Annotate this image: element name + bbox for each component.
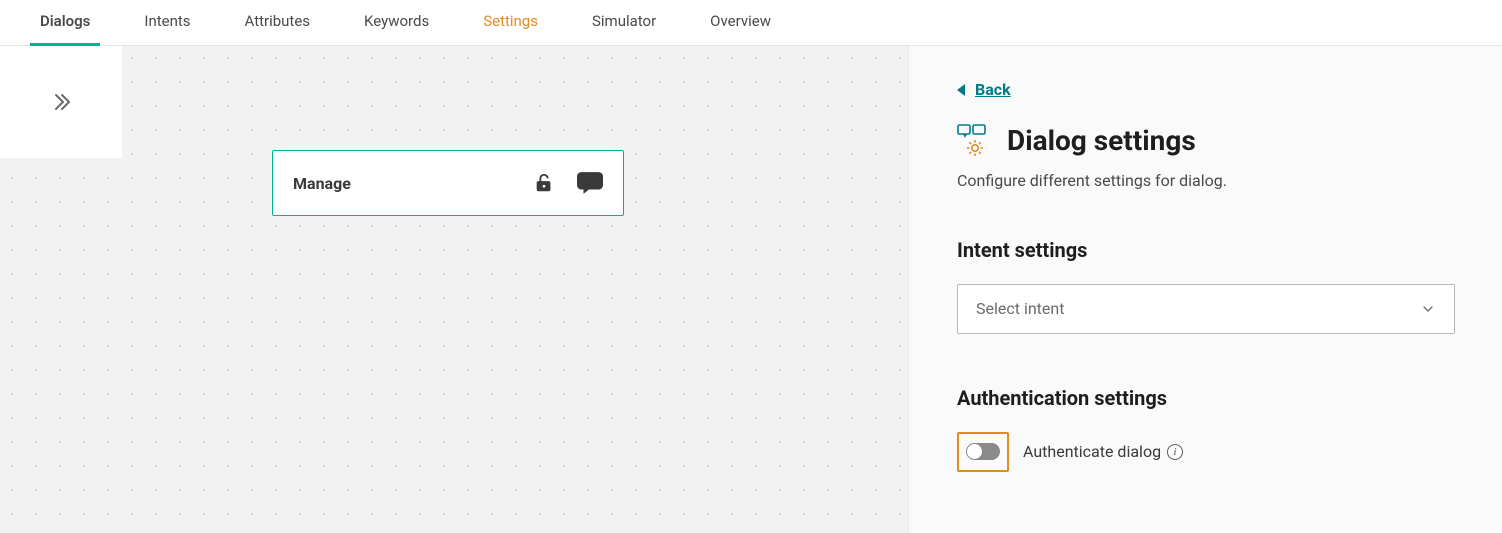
auth-settings-section: Authentication settings Authenticate dia… [957, 386, 1454, 472]
workspace: Manage Back [0, 46, 1502, 533]
panel-subtitle: Configure different settings for dialog. [957, 171, 1454, 190]
tab-keywords[interactable]: Keywords [354, 0, 439, 46]
top-tab-bar: Dialogs Intents Attributes Keywords Sett… [0, 0, 1502, 46]
tab-attributes[interactable]: Attributes [235, 0, 321, 46]
back-link[interactable]: Back [957, 80, 1011, 99]
chevron-down-icon [1420, 301, 1436, 317]
tab-settings[interactable]: Settings [473, 0, 548, 46]
tab-dialogs[interactable]: Dialogs [30, 0, 100, 46]
tab-intents[interactable]: Intents [134, 0, 200, 46]
auth-toggle-highlight [957, 432, 1009, 472]
dialog-node-manage[interactable]: Manage [272, 150, 624, 216]
dialog-node-icons [533, 172, 603, 194]
chat-icon [577, 172, 603, 194]
unlock-icon [533, 172, 555, 194]
tab-overview[interactable]: Overview [700, 0, 781, 46]
panel-title-row: Dialog settings [957, 124, 1454, 157]
tab-simulator[interactable]: Simulator [582, 0, 666, 46]
auth-toggle-label-text: Authenticate dialog [1023, 442, 1161, 461]
chevron-double-right-icon [49, 90, 73, 114]
intent-settings-heading: Intent settings [957, 238, 1454, 262]
auth-toggle[interactable] [966, 443, 1000, 460]
auth-toggle-label: Authenticate dialog i [1023, 442, 1183, 461]
auth-settings-heading: Authentication settings [957, 386, 1454, 410]
canvas-pane[interactable]: Manage [0, 46, 908, 533]
dialog-settings-icon [957, 124, 989, 156]
expand-sidebar-button[interactable] [0, 46, 122, 158]
dialog-node-title: Manage [293, 174, 533, 193]
info-icon[interactable]: i [1167, 444, 1183, 460]
back-caret-icon [957, 84, 967, 96]
select-intent-placeholder: Select intent [976, 299, 1064, 318]
settings-panel: Back Dialog settings Configure [908, 46, 1502, 533]
back-label: Back [975, 80, 1011, 99]
select-intent-dropdown[interactable]: Select intent [957, 284, 1455, 334]
panel-title: Dialog settings [1007, 124, 1196, 157]
auth-toggle-row: Authenticate dialog i [957, 432, 1454, 472]
